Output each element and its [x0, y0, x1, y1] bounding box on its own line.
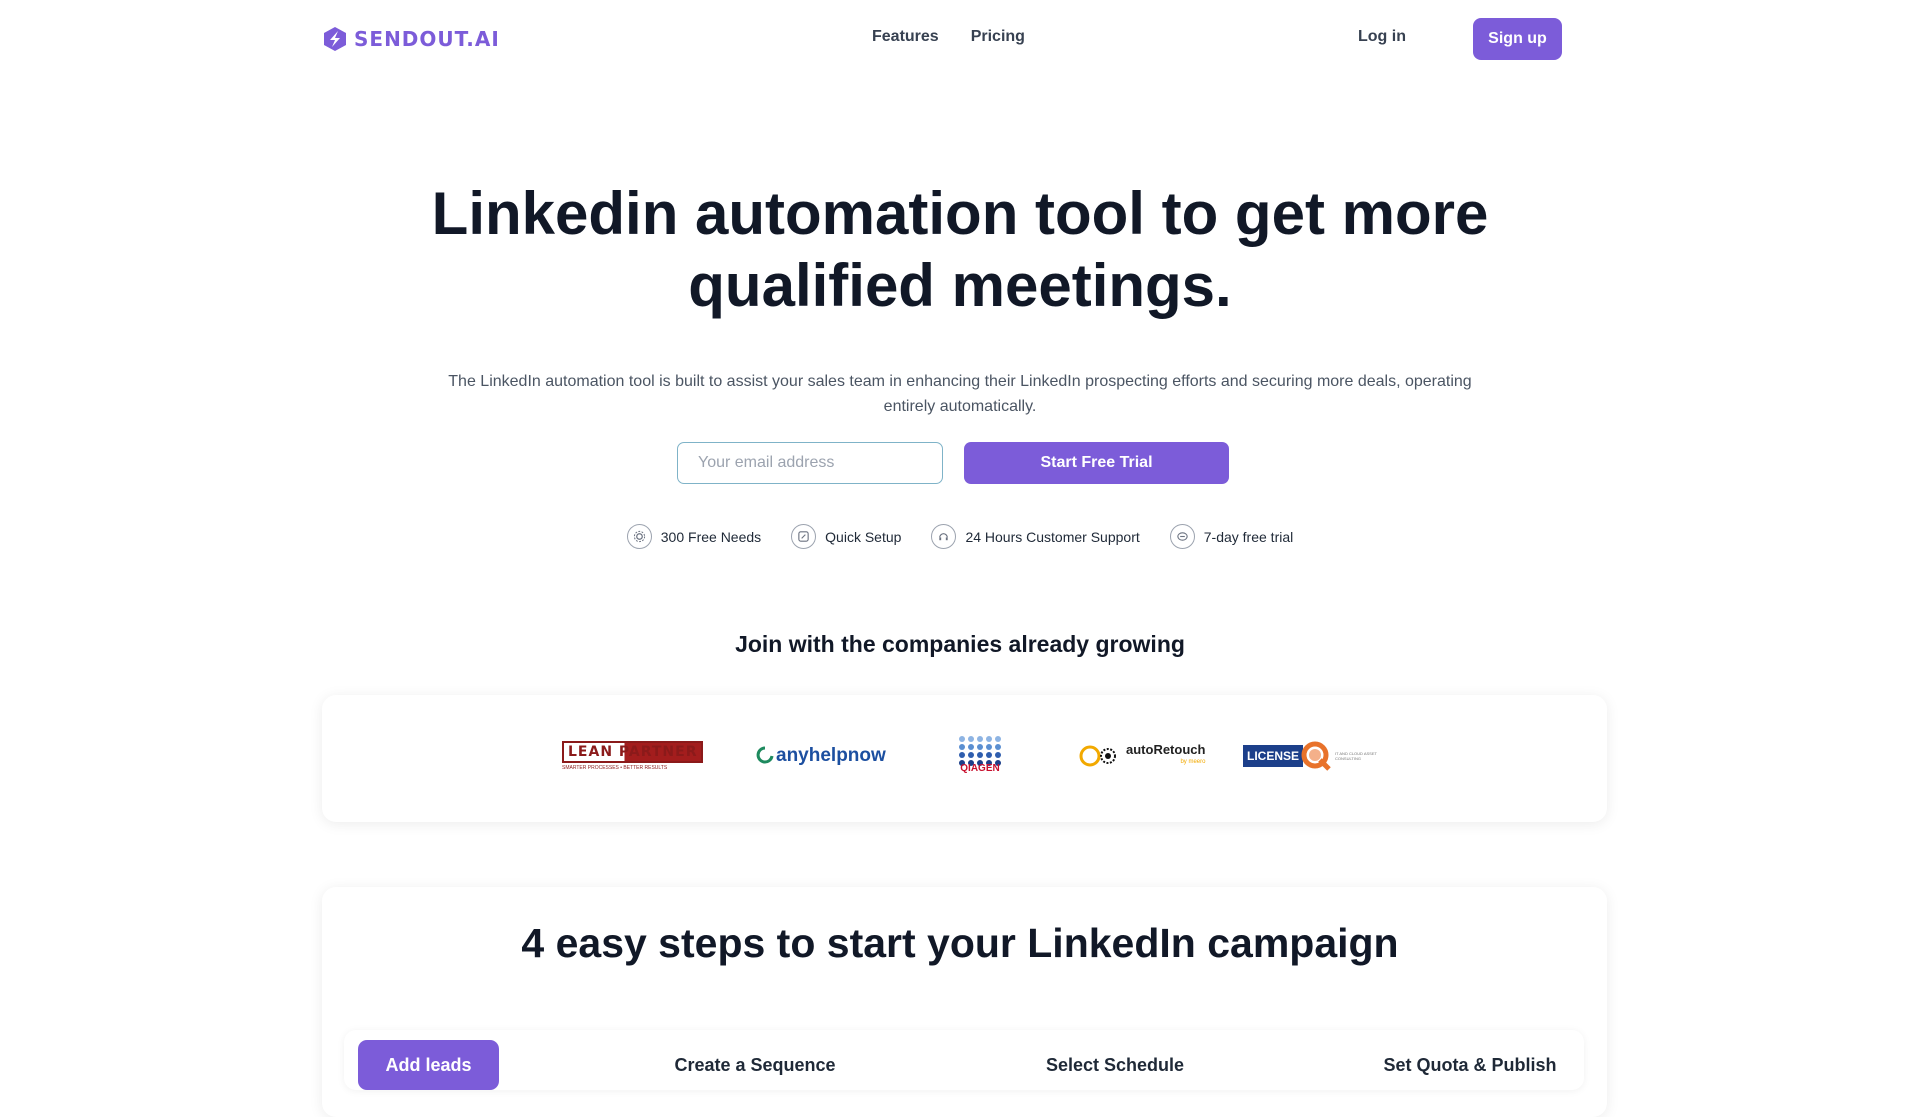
feature-item: 7-day free trial: [1169, 524, 1294, 549]
hero-title-line2: qualified meetings.: [688, 252, 1232, 319]
chat-icon: [1169, 524, 1195, 549]
autoretouch-tagline: by meero: [1180, 759, 1206, 765]
companies-title: Join with the companies already growing: [735, 631, 1185, 657]
edit-icon: [791, 524, 817, 549]
qiagen-logo: QIAGEN: [957, 735, 1003, 774]
tab-create-sequence[interactable]: Create a Sequence: [660, 1040, 850, 1090]
hero-title: Linkedin automation tool to get more qua…: [0, 178, 1920, 322]
license-logo: LICENSE IT AND CLOUD ASSET CONSULTING: [1243, 741, 1379, 771]
company-logos-card: LEAN PARTNER SMARTER PROCESSES • BETTER …: [322, 695, 1607, 822]
autoretouch-name: autoRetouch: [1126, 742, 1206, 757]
logo-text: SENDOUT.AI: [354, 27, 500, 51]
hero-subtitle: The LinkedIn automation tool is built to…: [448, 373, 1472, 415]
logo-mark-icon: [324, 27, 346, 51]
login-link[interactable]: Log in: [1358, 28, 1406, 46]
brand-logo[interactable]: SENDOUT.AI: [322, 24, 500, 54]
anyhelpnow-mark-icon: [756, 746, 774, 764]
feature-item: 24 Hours Customer Support: [931, 524, 1140, 549]
feature-item: 300 Free Needs: [626, 524, 762, 549]
feature-label: 7-day free trial: [1203, 528, 1294, 545]
start-free-trial-button[interactable]: Start Free Trial: [964, 442, 1229, 484]
tab-set-quota-publish[interactable]: Set Quota & Publish: [1370, 1040, 1570, 1090]
hero-title-line1: Linkedin automation tool to get more: [431, 180, 1489, 247]
anyhelpnow-logo: anyhelpnow: [756, 745, 886, 767]
qiagen-name: QIAGEN: [960, 763, 1000, 774]
feature-label: Quick Setup: [825, 528, 902, 545]
lean-partner-tagline: SMARTER PROCESSES • BETTER RESULTS: [562, 765, 668, 771]
nav-pricing-link[interactable]: Pricing: [971, 28, 1025, 46]
steps-title: 4 easy steps to start your LinkedIn camp…: [521, 920, 1399, 966]
tab-add-leads[interactable]: Add leads: [358, 1040, 499, 1090]
main-nav: Features Pricing: [872, 28, 1025, 46]
site-header: SENDOUT.AI Features Pricing Log in Sign …: [0, 0, 1920, 78]
feature-item: Quick Setup: [791, 524, 901, 549]
feature-label: 300 Free Needs: [660, 528, 762, 545]
support-icon: [931, 524, 957, 549]
gear-icon: [626, 524, 652, 549]
feature-label: 24 Hours Customer Support: [965, 528, 1140, 545]
license-tagline: IT AND CLOUD ASSET CONSULTING: [1335, 751, 1377, 761]
signup-button[interactable]: Sign up: [1473, 18, 1562, 60]
autoretouch-mark-icon: [1079, 745, 1116, 767]
anyhelpnow-name: anyhelpnow: [776, 745, 886, 766]
nav-features-link[interactable]: Features: [872, 28, 939, 46]
license-name: LICENSE: [1243, 745, 1304, 767]
email-input[interactable]: [677, 442, 943, 484]
feature-list: 300 Free Needs Quick Setup 24 Hours Cust…: [0, 524, 1920, 549]
autoretouch-logo: autoRetouch by meero: [1078, 743, 1205, 769]
tab-select-schedule[interactable]: Select Schedule: [1025, 1040, 1205, 1090]
lean-partner-logo: LEAN PARTNER SMARTER PROCESSES • BETTER …: [562, 741, 704, 771]
lean-partner-name: LEAN PARTNER: [564, 743, 702, 761]
license-q-icon: [1301, 741, 1331, 771]
